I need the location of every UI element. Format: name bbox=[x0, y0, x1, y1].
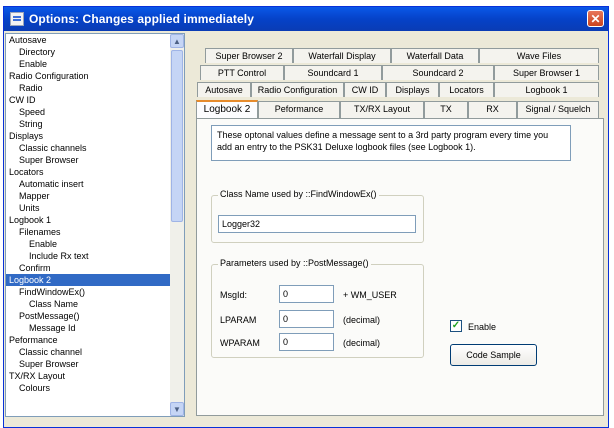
tree-item[interactable]: Mapper bbox=[6, 190, 184, 202]
parameters-group-title: Parameters used by ::PostMessage() bbox=[218, 258, 371, 268]
tree-item[interactable]: Enable bbox=[6, 58, 184, 70]
tab-radio-configuration[interactable]: Radio Configuration bbox=[251, 82, 344, 97]
tab-soundcard-1[interactable]: Soundcard 1 bbox=[284, 65, 382, 80]
tree-item[interactable]: Displays bbox=[6, 130, 184, 142]
tab-cw-id[interactable]: CW ID bbox=[344, 82, 386, 97]
enable-checkbox[interactable]: ✓ bbox=[450, 320, 462, 332]
wparam-input[interactable]: 0 bbox=[279, 333, 334, 351]
tab-tx-rx-layout[interactable]: TX/RX Layout bbox=[340, 101, 424, 118]
msgid-label: MsgId: bbox=[220, 290, 248, 300]
tree-item[interactable]: Automatic insert bbox=[6, 178, 184, 190]
tab-rx[interactable]: RX bbox=[468, 101, 517, 118]
tree-item[interactable]: Message Id bbox=[6, 322, 184, 334]
app-icon bbox=[10, 12, 24, 26]
class-name-group-title: Class Name used by ::FindWindowEx() bbox=[218, 189, 379, 199]
scroll-up-icon[interactable]: ▲ bbox=[170, 34, 184, 48]
scroll-thumb[interactable] bbox=[171, 50, 183, 222]
tree-item[interactable]: Autosave bbox=[6, 34, 184, 46]
window-title: Options: Changes applied immediately bbox=[29, 12, 254, 26]
code-sample-button[interactable]: Code Sample bbox=[450, 344, 537, 366]
tab-logbook-1[interactable]: Logbook 1 bbox=[494, 82, 599, 97]
tree-item[interactable]: Super Browser bbox=[6, 358, 184, 370]
tree-item[interactable]: Peformance bbox=[6, 334, 184, 346]
tree-item[interactable]: Speed bbox=[6, 106, 184, 118]
tree-item[interactable]: PostMessage() bbox=[6, 310, 184, 322]
tree-item[interactable]: Locators bbox=[6, 166, 184, 178]
tree-item[interactable]: Radio Configuration bbox=[6, 70, 184, 82]
tree-item[interactable]: Enable bbox=[6, 238, 184, 250]
lparam-input[interactable]: 0 bbox=[279, 310, 334, 328]
tab-autosave[interactable]: Autosave bbox=[197, 82, 251, 97]
tree-item[interactable]: String bbox=[6, 118, 184, 130]
tab-peformance[interactable]: Peformance bbox=[258, 101, 340, 118]
tree-item[interactable]: Classic channel bbox=[6, 346, 184, 358]
msgid-input[interactable]: 0 bbox=[279, 285, 334, 303]
tab-super-browser-2[interactable]: Super Browser 2 bbox=[205, 48, 293, 63]
wparam-suffix: (decimal) bbox=[343, 338, 381, 348]
tree-item[interactable]: Logbook 1 bbox=[6, 214, 184, 226]
tab-tx[interactable]: TX bbox=[424, 101, 468, 118]
tree-item[interactable]: Classic channels bbox=[6, 142, 184, 154]
tree-list: Autosave Directory Enable Radio Configurati… bbox=[6, 34, 184, 394]
tab-logbook-2[interactable]: Logbook 2 bbox=[196, 100, 258, 118]
tree-item[interactable]: Radio bbox=[6, 82, 184, 94]
tab-soundcard-2[interactable]: Soundcard 2 bbox=[382, 65, 494, 80]
tree-item[interactable]: Units bbox=[6, 202, 184, 214]
tab-waterfall-data[interactable]: Waterfall Data bbox=[391, 48, 479, 63]
lparam-label: LPARAM bbox=[220, 315, 257, 325]
tree-item[interactable]: Include Rx text bbox=[6, 250, 184, 262]
enable-label: Enable bbox=[468, 322, 497, 332]
parameters-group: Parameters used by ::PostMessage() MsgId… bbox=[211, 258, 424, 358]
tab-wave-files[interactable]: Wave Files bbox=[479, 48, 599, 63]
tab-super-browser-1[interactable]: Super Browser 1 bbox=[494, 65, 599, 80]
tree-item[interactable]: Filenames bbox=[6, 226, 184, 238]
lparam-suffix: (decimal) bbox=[343, 315, 381, 325]
tree-item[interactable]: Class Name bbox=[6, 298, 184, 310]
options-tree[interactable]: Autosave Directory Enable Radio Configurati… bbox=[5, 33, 185, 417]
msgid-suffix: + WM_USER bbox=[343, 290, 397, 300]
tab-displays[interactable]: Displays bbox=[386, 82, 439, 97]
tree-item[interactable]: FindWindowEx() bbox=[6, 286, 184, 298]
tree-item[interactable]: Super Browser bbox=[6, 154, 184, 166]
tree-item[interactable]: Logbook 2 bbox=[6, 274, 184, 286]
wparam-label: WPARAM bbox=[220, 338, 260, 348]
tree-scrollbar[interactable]: ▲ ▼ bbox=[170, 34, 184, 416]
tree-item[interactable]: Colours bbox=[6, 382, 184, 394]
tree-item[interactable]: CW ID bbox=[6, 94, 184, 106]
tab-signal-squelch[interactable]: Signal / Squelch bbox=[517, 101, 599, 118]
class-name-group: Class Name used by ::FindWindowEx() Logg… bbox=[211, 189, 424, 243]
tab-locators[interactable]: Locators bbox=[439, 82, 494, 97]
close-button[interactable]: ✕ bbox=[587, 10, 604, 27]
tab-waterfall-display[interactable]: Waterfall Display bbox=[293, 48, 391, 63]
tree-item[interactable]: TX/RX Layout bbox=[6, 370, 184, 382]
scroll-down-icon[interactable]: ▼ bbox=[170, 402, 184, 416]
tree-item[interactable]: Directory bbox=[6, 46, 184, 58]
class-name-input[interactable]: Logger32 bbox=[218, 215, 416, 233]
info-text: These optonal values define a message se… bbox=[211, 125, 571, 161]
title-bar[interactable]: Options: Changes applied immediately ✕ bbox=[4, 7, 608, 31]
tree-item[interactable]: Confirm bbox=[6, 262, 184, 274]
tab-ptt-control[interactable]: PTT Control bbox=[200, 65, 284, 80]
